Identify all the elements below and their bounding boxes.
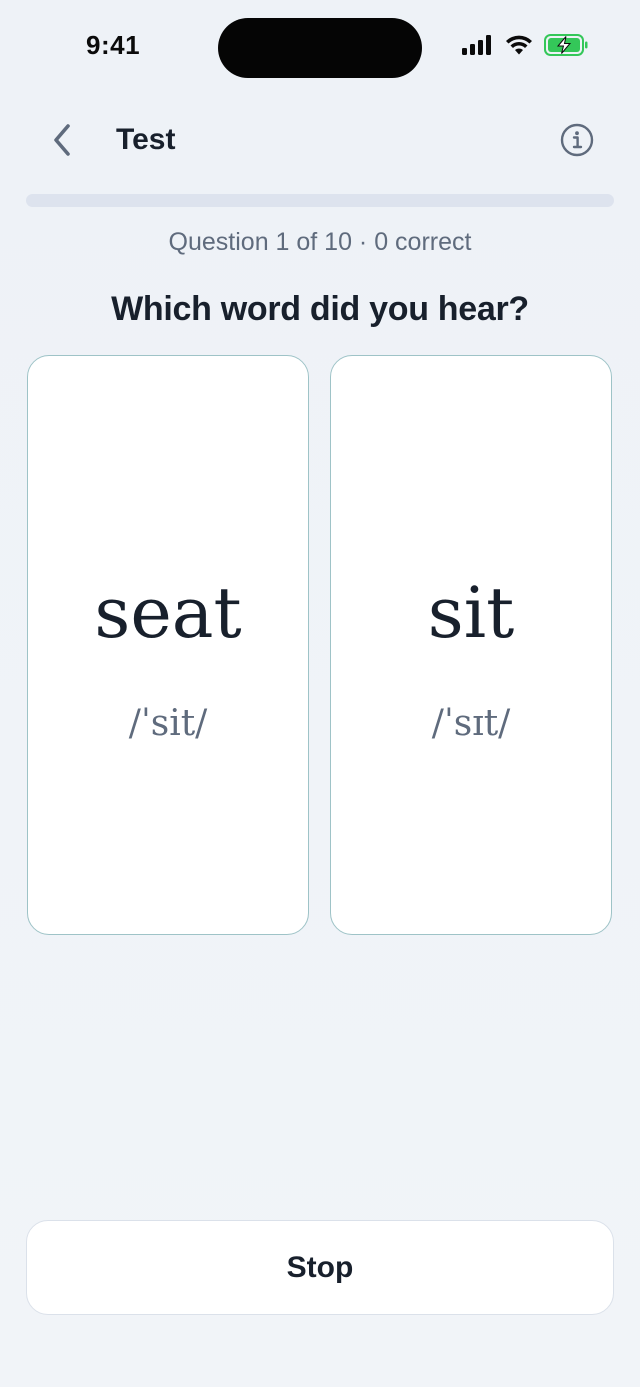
stop-button[interactable]: Stop <box>26 1220 614 1315</box>
question-prompt: Which word did you hear? <box>111 290 529 328</box>
info-icon <box>560 123 594 162</box>
dynamic-island <box>218 18 422 78</box>
progress-bar <box>26 194 614 207</box>
option-card-sit[interactable]: sit /ˈsɪt/ <box>330 355 612 935</box>
option-word: seat <box>94 572 242 654</box>
chevron-left-icon <box>51 123 73 162</box>
info-button[interactable] <box>559 123 595 162</box>
option-word: sit <box>427 572 515 654</box>
progress-text: Question 1 of 10 · 0 correct <box>168 228 472 256</box>
option-ipa: /ˈsɪt/ <box>431 703 511 744</box>
cellular-signal-icon <box>462 34 494 60</box>
back-button[interactable] <box>40 118 84 166</box>
option-ipa: /ˈsit/ <box>128 703 208 744</box>
status-icons <box>462 33 588 61</box>
battery-charging-icon <box>544 33 588 61</box>
option-card-seat[interactable]: seat /ˈsit/ <box>27 355 309 935</box>
status-time: 9:41 <box>86 30 141 60</box>
page-title: Test <box>116 123 176 156</box>
status-bar: 9:41 <box>0 0 640 96</box>
wifi-icon <box>505 34 533 60</box>
